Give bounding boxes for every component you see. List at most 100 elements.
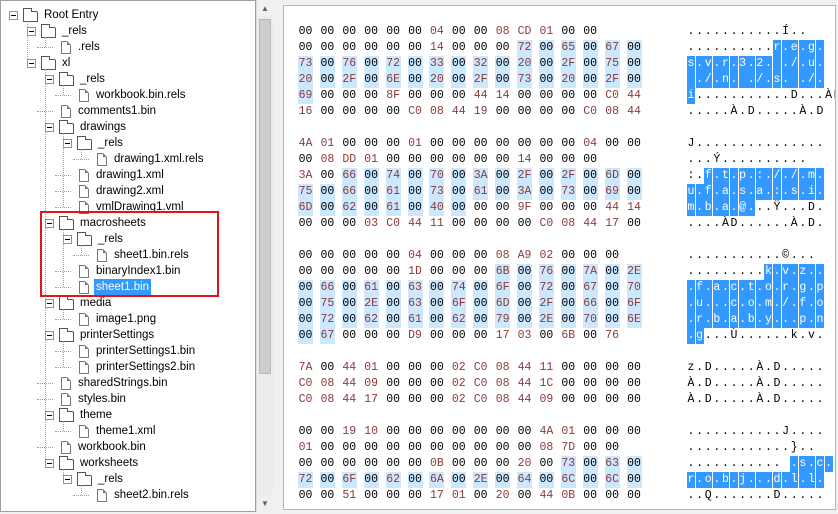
hex-byte[interactable]: 00 [429, 296, 445, 312]
ascii-char[interactable]: D [807, 216, 815, 232]
ascii-char[interactable]: . [721, 312, 730, 328]
ascii-char[interactable]: . [764, 136, 772, 152]
ascii-char[interactable]: . [730, 360, 738, 376]
ascii-char[interactable]: D [704, 360, 712, 376]
hex-byte[interactable]: 00 [298, 264, 313, 280]
collapse-toggle-icon[interactable] [27, 59, 36, 68]
hex-byte[interactable]: 00 [582, 72, 598, 88]
hex-byte[interactable]: 08 [320, 376, 335, 392]
tree-folder-item[interactable]: worksheets [1, 455, 251, 471]
hex-byte[interactable]: 4A [298, 136, 313, 152]
ascii-char[interactable]: g [695, 328, 704, 344]
ascii-char[interactable]: . [687, 456, 695, 472]
hex-byte[interactable]: 14 [517, 152, 532, 168]
ascii-char[interactable]: . [687, 248, 695, 264]
ascii-char[interactable]: . [756, 264, 764, 280]
ascii-char[interactable]: . [782, 104, 790, 120]
hex-byte[interactable]: 6E [626, 312, 642, 328]
ascii-char[interactable]: . [721, 488, 729, 504]
ascii-char[interactable]: . [730, 264, 738, 280]
hex-byte[interactable]: 00 [386, 152, 401, 168]
hex-byte[interactable]: 00 [605, 440, 620, 456]
ascii-char[interactable]: . [756, 152, 764, 168]
ascii-char[interactable]: . [790, 248, 798, 264]
hex-byte[interactable]: 00 [408, 440, 423, 456]
hex-byte[interactable]: 70 [626, 280, 642, 296]
hex-byte[interactable]: 00 [451, 152, 466, 168]
hex-byte[interactable]: 00 [342, 440, 357, 456]
hex-byte[interactable]: 00 [495, 104, 510, 120]
hex-byte[interactable]: 72 [298, 472, 313, 488]
ascii-char[interactable]: b [747, 312, 756, 328]
ascii-char[interactable]: . [756, 440, 764, 456]
hex-byte[interactable]: 00 [451, 424, 466, 440]
hex-byte[interactable]: 00 [386, 40, 401, 56]
ascii-char[interactable]: v [807, 328, 815, 344]
ascii-char[interactable]: . [816, 184, 824, 200]
hex-byte[interactable]: 00 [408, 88, 423, 104]
ascii-char[interactable]: b [721, 472, 730, 488]
ascii-char[interactable]: y [764, 312, 773, 328]
ascii-char[interactable]: . [807, 376, 815, 392]
hex-byte[interactable]: 6C [604, 472, 620, 488]
hex-byte[interactable]: 01 [298, 440, 313, 456]
ascii-char[interactable]: . [782, 440, 790, 456]
ascii-char[interactable]: . [747, 24, 755, 40]
hex-byte[interactable]: 00 [583, 440, 598, 456]
ascii-char[interactable]: . [782, 488, 790, 504]
ascii-char[interactable]: v [781, 264, 790, 280]
ascii-char[interactable]: . [798, 168, 807, 184]
hex-byte[interactable]: 64 [517, 472, 532, 488]
hex-byte[interactable]: 00 [407, 56, 423, 72]
ascii-char[interactable]: / [807, 72, 816, 88]
hex-byte[interactable]: 00 [604, 280, 620, 296]
hex-byte[interactable]: 00 [342, 24, 357, 40]
ascii-char[interactable]: . [738, 280, 747, 296]
ascii-char[interactable]: . [782, 200, 790, 216]
hex-byte[interactable]: 02 [451, 376, 466, 392]
tree-file-item[interactable]: sheet2.bin.rels [1, 487, 251, 503]
ascii-char[interactable]: . [773, 456, 781, 472]
hex-byte[interactable]: 6F [341, 472, 357, 488]
ascii-char[interactable]: i [687, 88, 695, 104]
hex-byte[interactable]: 00 [298, 280, 313, 296]
ascii-char[interactable]: . [713, 88, 721, 104]
ascii-char[interactable]: . [799, 328, 807, 344]
hex-byte[interactable]: 00 [605, 136, 620, 152]
ascii-char[interactable]: . [739, 88, 747, 104]
hex-byte[interactable]: 2F [538, 296, 554, 312]
hex-byte[interactable]: 00 [473, 440, 488, 456]
ascii-char[interactable]: . [696, 392, 704, 408]
ascii-char[interactable]: . [773, 264, 781, 280]
ascii-char[interactable]: . [713, 360, 721, 376]
ascii-char[interactable]: j [738, 472, 747, 488]
hex-byte[interactable]: 00 [320, 88, 335, 104]
ascii-char[interactable]: . [807, 280, 816, 296]
hex-byte[interactable]: 00 [408, 376, 423, 392]
ascii-char[interactable]: . [790, 152, 798, 168]
hex-byte[interactable]: 00 [386, 104, 401, 120]
hex-byte[interactable]: 19 [473, 104, 488, 120]
ascii-char[interactable]: . [739, 360, 747, 376]
ascii-char[interactable]: D [773, 488, 781, 504]
ascii-char[interactable]: r [773, 40, 781, 56]
ascii-char[interactable]: 3 [738, 56, 747, 72]
ascii-char[interactable]: . [721, 328, 729, 344]
ascii-char[interactable]: . [747, 488, 755, 504]
hex-byte[interactable]: 20 [560, 72, 576, 88]
ascii-char[interactable]: . [807, 136, 815, 152]
hex-byte[interactable]: 7A [298, 360, 313, 376]
ascii-char[interactable]: . [798, 184, 807, 200]
ascii-char[interactable]: . [696, 376, 704, 392]
ascii-char[interactable]: s [773, 72, 781, 88]
ascii-char[interactable]: . [730, 440, 738, 456]
hex-byte[interactable]: 00 [583, 248, 598, 264]
tree-file-item[interactable]: drawing1.xml [1, 167, 251, 183]
ascii-char[interactable]: . [773, 424, 781, 440]
ascii-char[interactable]: . [756, 248, 764, 264]
hex-byte[interactable]: 00 [627, 376, 642, 392]
ascii-char[interactable]: . [773, 248, 781, 264]
tree-folder-item[interactable]: Root Entry [1, 7, 251, 23]
hex-byte[interactable]: 00 [560, 280, 576, 296]
hex-byte[interactable]: C0 [408, 104, 423, 120]
